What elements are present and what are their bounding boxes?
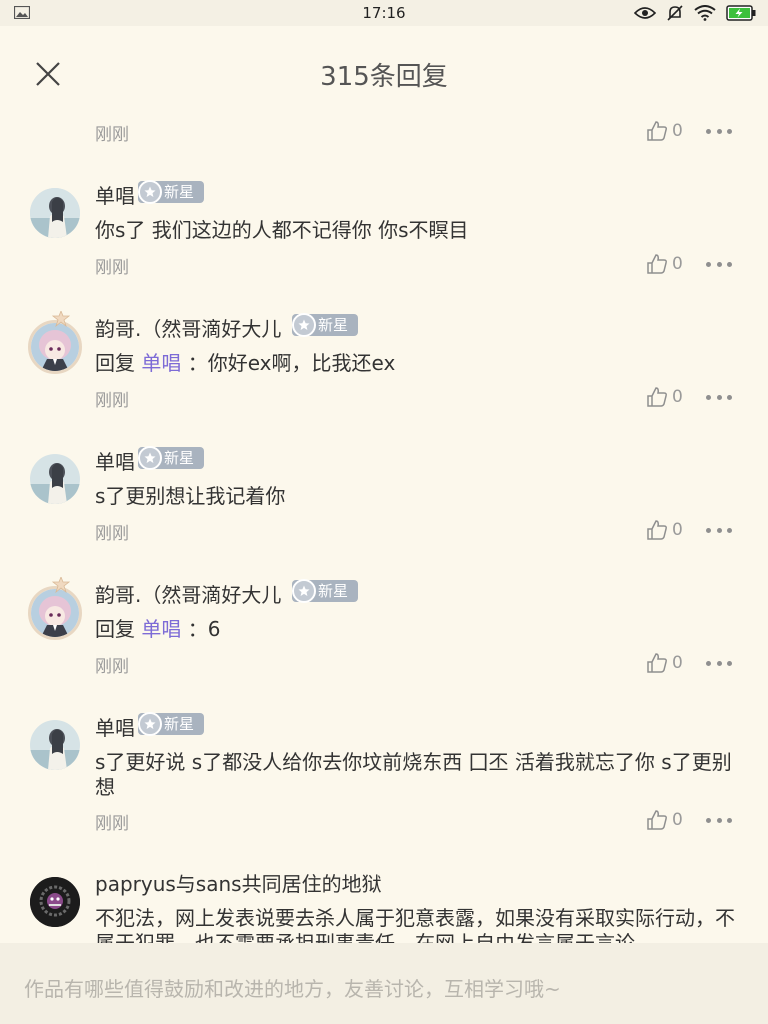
thumbs-up-icon [647,810,667,830]
thumbs-up-icon [647,520,667,540]
star-icon [138,446,162,470]
more-dots-icon [706,817,711,823]
more-dots-icon [706,527,711,533]
avatar[interactable] [30,720,80,770]
more-button[interactable] [706,526,732,534]
page-title: 315条回复 [320,62,448,92]
avatar[interactable] [28,586,82,640]
username[interactable]: 韵哥.（然哥滴好大儿 [95,313,281,342]
username[interactable]: 单唱 [95,180,135,209]
wifi-icon [694,5,716,21]
level-badge: 新星 [292,579,359,603]
badge-label: 新星 [164,715,195,733]
comment-time: 刚刚 [95,391,129,411]
avatar[interactable] [30,454,80,504]
like-button[interactable]: 0 [646,253,683,275]
thumbs-up-icon [647,254,667,274]
comment-text: 不犯法，网上发表说要去杀人属于犯意表露，如果没有采取实际行动，不属于犯罪，也不需… [95,906,735,943]
like-count: 0 [672,121,683,141]
like-button[interactable]: 0 [646,652,683,674]
more-button[interactable] [706,816,732,824]
badge-label: 新星 [164,183,195,201]
avatar[interactable] [30,188,80,238]
more-dots-icon [706,128,711,134]
status-bar: 17:16 [0,0,768,26]
comment-time: 刚刚 [95,657,129,677]
gallery-icon [14,6,30,19]
more-button[interactable] [706,393,732,401]
like-count: 0 [672,810,683,830]
avatar[interactable] [28,320,82,374]
mute-icon [667,5,683,21]
thumbs-up-icon [647,653,667,673]
crown-icon [52,311,70,327]
comment-input-placeholder: 作品有哪些值得鼓励和改进的地方，友善讨论，互相学习哦~ [24,977,561,1001]
star-icon [138,712,162,736]
like-button[interactable]: 0 [646,386,683,408]
more-button[interactable] [706,260,732,268]
level-badge: 新星 [138,712,205,736]
comment-text: 回复 单唱 ：你好ex啊，比我还ex [95,351,740,376]
thumbs-up-icon [647,387,667,407]
comment-time: 刚刚 [95,524,129,544]
like-count: 0 [672,254,683,274]
comment-time: 刚刚 [95,258,129,278]
username[interactable]: 单唱 [95,712,135,741]
more-dots-icon [706,261,711,267]
more-button[interactable] [706,127,732,135]
battery-icon [726,5,756,21]
level-badge: 新星 [138,180,205,204]
level-badge: 新星 [138,446,205,470]
comment-item: papryus与sans共同居住的地狱 不犯法，网上发表说要去杀人属于犯意表露，… [0,868,768,943]
reply-to-user[interactable]: 单唱 [141,351,181,375]
comment-time: 刚刚 [95,125,129,145]
badge-label: 新星 [318,582,349,600]
more-dots-icon [706,660,711,666]
badge-label: 新星 [318,316,349,334]
header: 315条回复 [0,26,768,122]
star-icon [292,313,316,337]
eye-icon [634,7,656,19]
like-count: 0 [672,653,683,673]
username[interactable]: 韵哥.（然哥滴好大儿 [95,579,281,608]
reply-prefix: 回复 [95,617,135,641]
more-dots-icon [706,394,711,400]
comment-text: s了更别想让我记着你 [95,484,286,508]
crown-icon [52,577,70,593]
status-time: 17:16 [362,4,406,22]
more-button[interactable] [706,659,732,667]
thumbs-up-icon [647,121,667,141]
reply-to-user[interactable]: 单唱 [141,617,181,641]
like-button[interactable]: 0 [646,120,683,142]
username[interactable]: 单唱 [95,446,135,475]
comment-text: s了更好说 s了都没人给你去你坟前烧东西 囗丕 活着我就忘了你 s了更别想 [95,750,732,799]
like-count: 0 [672,387,683,407]
badge-label: 新星 [164,449,195,467]
like-button[interactable]: 0 [646,809,683,831]
star-icon [138,180,162,204]
like-button[interactable]: 0 [646,519,683,541]
reply-prefix: 回复 [95,351,135,375]
comment-text: 你s了 我们这边的人都不记得你 你s不瞑目 [95,218,469,242]
avatar[interactable] [30,877,80,927]
reply-text: ：6 [187,617,221,641]
like-count: 0 [672,520,683,540]
comment-text: 回复 单唱 ：6 [95,617,740,642]
reply-text: ：你好ex啊，比我还ex [187,351,396,375]
comment-time: 刚刚 [95,814,129,834]
comment-input[interactable]: 作品有哪些值得鼓励和改进的地方，友善讨论，互相学习哦~ [0,943,768,1024]
star-icon [292,579,316,603]
username[interactable]: papryus与sans共同居住的地狱 [95,868,382,897]
level-badge: 新星 [292,313,359,337]
status-icons [634,3,756,23]
